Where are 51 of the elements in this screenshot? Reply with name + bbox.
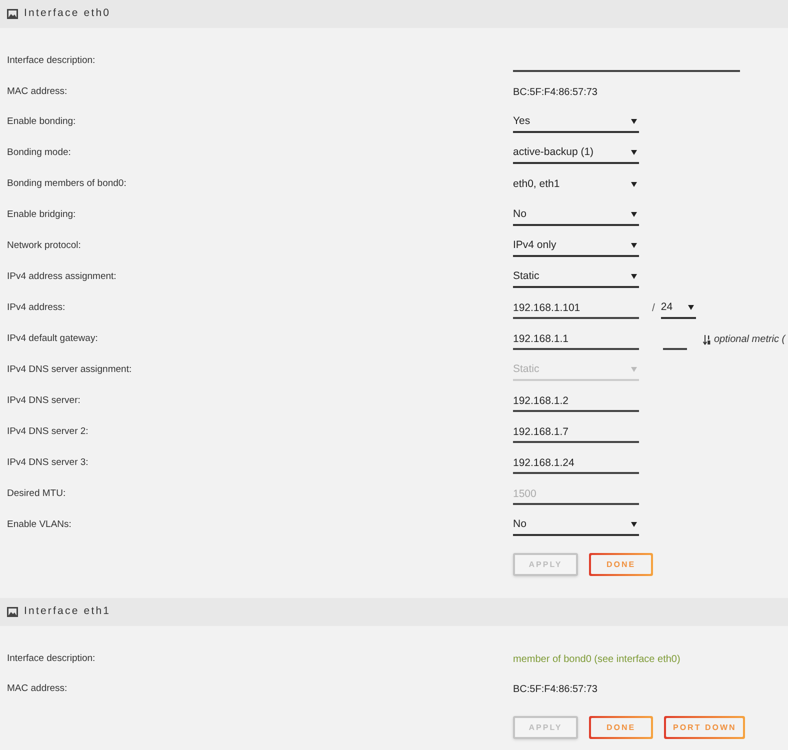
caret-icon bbox=[631, 367, 637, 372]
field-label: Interface description: bbox=[7, 54, 96, 68]
field-label: Enable bonding: bbox=[7, 115, 77, 130]
text-field[interactable]: 192.168.1.24 bbox=[513, 454, 639, 474]
text-field[interactable]: 1500 bbox=[513, 484, 639, 504]
field-label: IPv4 DNS server 3: bbox=[7, 456, 90, 470]
field-label: Desired MTU: bbox=[7, 487, 67, 502]
note-text: member of bond0 (see interface eth0) bbox=[513, 652, 680, 666]
value-text: BC:5F:F4:86:57:73 bbox=[513, 86, 598, 100]
section-title: Interface eth0 bbox=[24, 6, 111, 22]
field-label: Enable bridging: bbox=[7, 208, 77, 222]
dropdown[interactable]: active-backup (1) bbox=[513, 144, 639, 164]
dropdown[interactable]: Yes bbox=[513, 112, 639, 132]
text-field[interactable]: 192.168.1.1 bbox=[513, 330, 639, 350]
text-field[interactable]: 192.168.1.2 bbox=[513, 392, 639, 412]
image-icon bbox=[7, 607, 18, 617]
field-label: MAC address: bbox=[7, 682, 68, 696]
separator-text: / bbox=[652, 300, 655, 316]
text-field[interactable]: 192.168.1.101 bbox=[513, 298, 639, 318]
field-label: IPv4 DNS server: bbox=[7, 394, 82, 408]
image-icon bbox=[7, 9, 18, 19]
sort-icon bbox=[703, 334, 711, 344]
field-label: Interface description: bbox=[7, 652, 96, 666]
field-label: IPv4 default gateway: bbox=[7, 332, 99, 346]
field-label: IPv4 address: bbox=[7, 301, 66, 316]
caret-icon bbox=[631, 243, 637, 248]
dropdown[interactable]: eth0, eth1 bbox=[513, 174, 639, 194]
section-title: Interface eth1 bbox=[24, 604, 111, 620]
value-text: BC:5F:F4:86:57:73 bbox=[513, 682, 598, 696]
caret-icon bbox=[688, 305, 694, 310]
field-label: IPv4 DNS server 2: bbox=[7, 425, 90, 440]
field-label: Network protocol: bbox=[7, 239, 82, 254]
field-label: MAC address: bbox=[7, 84, 68, 99]
hint-text: optional metric ( bbox=[714, 333, 786, 347]
field-label: IPv4 DNS server assignment: bbox=[7, 363, 133, 378]
field-label: Bonding mode: bbox=[7, 146, 72, 160]
dropdown[interactable]: No bbox=[513, 516, 639, 536]
field-label: Bonding members of bond0: bbox=[7, 177, 128, 192]
field-label: Enable VLANs: bbox=[7, 518, 72, 532]
dropdown[interactable]: Static bbox=[513, 268, 639, 288]
dropdown[interactable]: 24 bbox=[660, 298, 696, 318]
dropdown[interactable]: No bbox=[513, 206, 639, 226]
field-label: IPv4 address assignment: bbox=[7, 270, 118, 284]
caret-icon bbox=[631, 119, 637, 124]
caret-icon bbox=[631, 274, 637, 279]
caret-icon bbox=[631, 182, 637, 187]
caret-icon bbox=[631, 150, 637, 155]
dropdown[interactable]: IPv4 only bbox=[513, 236, 639, 256]
caret-icon bbox=[631, 522, 637, 527]
caret-icon bbox=[631, 212, 637, 217]
text-field[interactable]: 192.168.1.7 bbox=[513, 422, 639, 442]
